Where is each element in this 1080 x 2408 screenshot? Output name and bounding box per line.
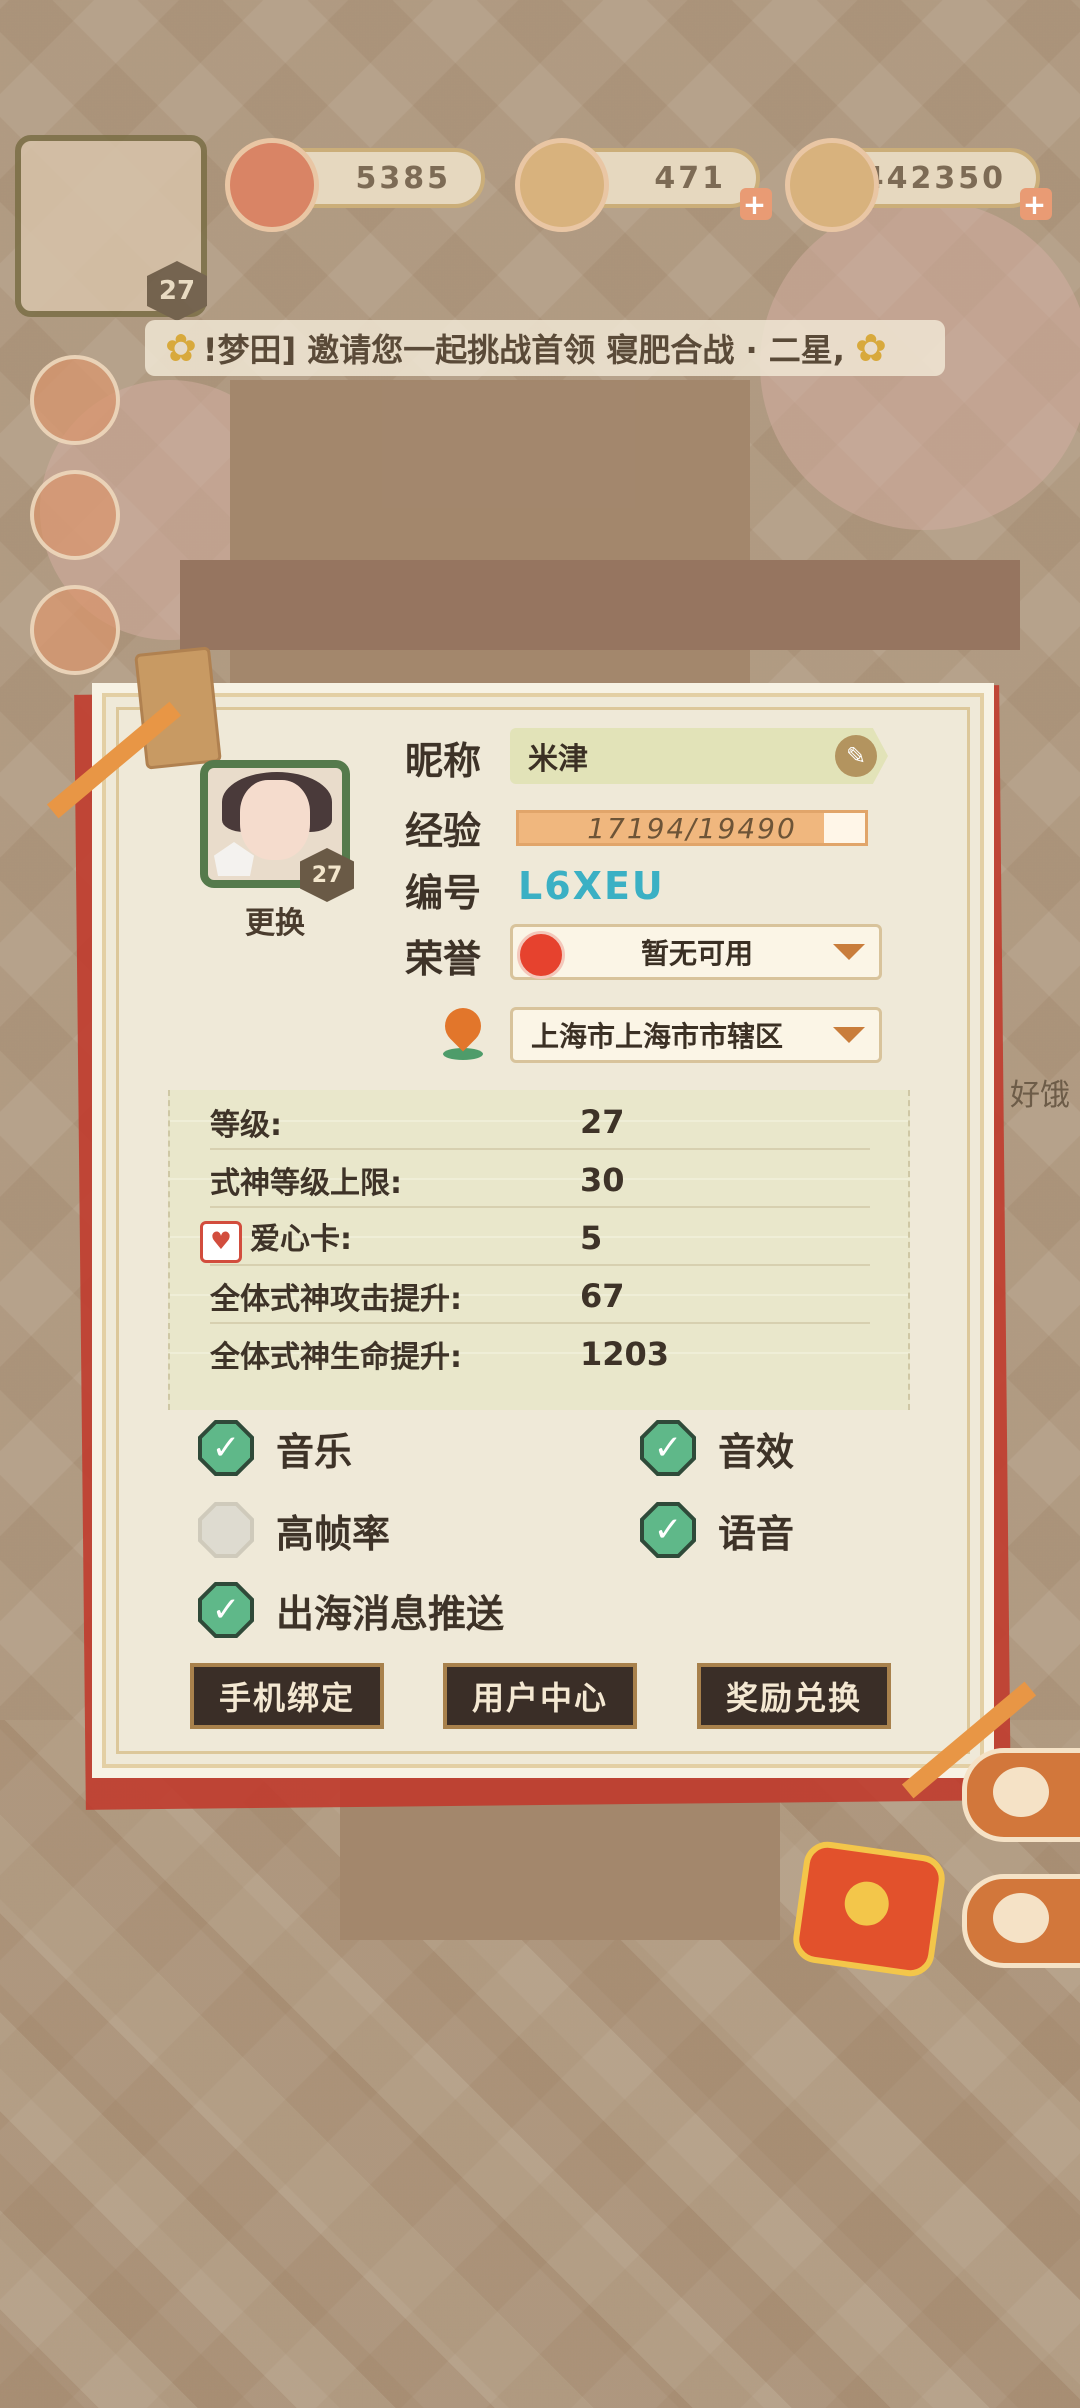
resource-value: 442350 xyxy=(862,160,1006,196)
change-avatar-button[interactable]: 更换 xyxy=(240,898,310,942)
magatama-icon xyxy=(515,138,609,232)
bind-phone-button[interactable]: 手机绑定 xyxy=(190,1663,384,1729)
tape-decoration xyxy=(134,646,222,770)
lucky-bag-coin xyxy=(841,1878,892,1929)
stat-value: 1203 xyxy=(580,1335,670,1373)
side-label: 好饿 xyxy=(1010,1078,1070,1113)
nickname-value: 米津 xyxy=(528,742,588,777)
stat-label-wrap: ♥ 爱心卡: xyxy=(200,1214,580,1263)
exp-progress-text: 17194/19490 xyxy=(587,811,797,845)
pin-head xyxy=(437,1000,489,1052)
checkbox: ✓ xyxy=(198,1582,254,1638)
chat-bubble-icon xyxy=(993,1767,1049,1817)
add-gold-button[interactable]: + xyxy=(1020,188,1052,221)
stat-label: 爱心卡: xyxy=(250,1221,352,1257)
push-notification-toggle[interactable]: ✓ 出海消息推送 xyxy=(198,1582,504,1638)
side-menu-button[interactable] xyxy=(30,470,120,560)
stat-row-level: 等级: 27 xyxy=(210,1096,870,1150)
user-center-button[interactable]: 用户中心 xyxy=(443,1663,637,1729)
flower-icon: ✿ xyxy=(165,326,197,370)
stat-row-level-cap: 式神等级上限: 30 xyxy=(210,1154,870,1208)
toggle-label: 语音 xyxy=(718,1511,795,1556)
stat-row-attack-bonus: 全体式神攻击提升: 67 xyxy=(210,1270,870,1324)
sfx-toggle[interactable]: ✓ 音效 xyxy=(640,1420,794,1476)
check-mark-icon: ✓ xyxy=(202,1586,250,1634)
id-label: 编号 xyxy=(405,871,482,915)
exp-label: 经验 xyxy=(405,809,482,853)
resource-value: 471 xyxy=(654,160,726,196)
toggle-label: 出海消息推送 xyxy=(276,1591,505,1636)
stat-row-hp-bonus: 全体式神生命提升: 1203 xyxy=(210,1328,870,1380)
check-mark-icon: ✓ xyxy=(644,1424,692,1472)
chat-button[interactable] xyxy=(962,1748,1080,1842)
resource-plum-coin[interactable]: 5385 xyxy=(225,138,485,232)
stat-label: 全体式神生命提升: xyxy=(210,1340,462,1375)
add-magatama-button[interactable]: + xyxy=(740,188,772,221)
side-menu-button[interactable] xyxy=(30,585,120,675)
chevron-down-icon xyxy=(833,944,865,960)
stats-table: 等级: 27 式神等级上限: 30 ♥ 爱心卡: 5 全体式神攻击提升: 67 全… xyxy=(168,1090,910,1410)
stat-value: 5 xyxy=(580,1219,603,1257)
gold-coin-icon xyxy=(785,138,879,232)
character-button[interactable] xyxy=(962,1874,1080,1968)
high-fps-toggle[interactable]: 高帧率 xyxy=(198,1502,390,1558)
character-icon xyxy=(993,1893,1049,1943)
stat-label: 式神等级上限: xyxy=(210,1166,402,1201)
toggle-label: 高帧率 xyxy=(276,1511,391,1556)
honor-value: 暂无可用 xyxy=(641,937,754,970)
stat-value: 27 xyxy=(580,1103,625,1141)
nickname-label: 昵称 xyxy=(405,739,482,783)
nickname-field[interactable]: 米津 xyxy=(510,728,888,784)
location-value: 上海市上海市市辖区 xyxy=(531,1020,784,1053)
checkbox: ✓ xyxy=(198,1420,254,1476)
resource-magatama[interactable]: 471 + xyxy=(515,138,772,232)
exp-progress-bar: 17194/19490 xyxy=(516,810,868,846)
toggle-label: 音乐 xyxy=(276,1429,353,1474)
check-mark-icon: ✓ xyxy=(644,1506,692,1554)
stat-row-love-card: ♥ 爱心卡: 5 xyxy=(200,1212,870,1266)
flower-icon: ✿ xyxy=(854,326,887,370)
location-pin-icon xyxy=(437,1000,489,1064)
stat-value: 30 xyxy=(580,1161,625,1199)
chevron-down-icon xyxy=(833,1027,865,1043)
lucky-bag-icon[interactable] xyxy=(790,1838,948,1980)
heart-card-icon: ♥ xyxy=(200,1220,242,1263)
checkbox: ✓ xyxy=(640,1420,696,1476)
upgrade-arrow-button[interactable] xyxy=(30,355,120,445)
checkbox-inner xyxy=(202,1506,250,1554)
stat-value: 67 xyxy=(580,1277,625,1315)
stat-label: 全体式神攻击提升: xyxy=(210,1282,462,1317)
toggle-label: 音效 xyxy=(718,1429,795,1474)
honor-dropdown[interactable]: 暂无可用 xyxy=(510,924,882,980)
redeem-reward-button[interactable]: 奖励兑换 xyxy=(697,1663,891,1729)
voice-toggle[interactable]: ✓ 语音 xyxy=(640,1502,794,1558)
location-dropdown[interactable]: 上海市上海市市辖区 xyxy=(510,1007,882,1063)
stat-label: 等级: xyxy=(210,1108,282,1143)
resource-gold-coin[interactable]: 442350 + xyxy=(785,138,1052,232)
player-level-badge: 27 xyxy=(147,261,207,321)
announcement-ticker: ✿ !梦田] 邀请您一起挑战首领 寝肥合战 · 二星, ✿ xyxy=(145,320,945,376)
check-mark-icon: ✓ xyxy=(202,1424,250,1472)
plum-emblem-icon xyxy=(517,931,565,979)
music-toggle[interactable]: ✓ 音乐 xyxy=(198,1420,352,1476)
checkbox: ✓ xyxy=(640,1502,696,1558)
edit-nickname-icon[interactable]: ✎ xyxy=(835,735,877,777)
resource-value: 5385 xyxy=(355,160,451,196)
checkbox-unchecked xyxy=(198,1502,254,1558)
honor-label: 荣誉 xyxy=(405,937,482,981)
player-id: L6XEU xyxy=(518,864,665,908)
plum-coin-icon xyxy=(225,138,319,232)
player-avatar[interactable]: 27 xyxy=(15,135,207,321)
ticker-text: !梦田] 邀请您一起挑战首领 寝肥合战 · 二星, xyxy=(202,331,845,369)
avatar-face xyxy=(240,780,310,860)
